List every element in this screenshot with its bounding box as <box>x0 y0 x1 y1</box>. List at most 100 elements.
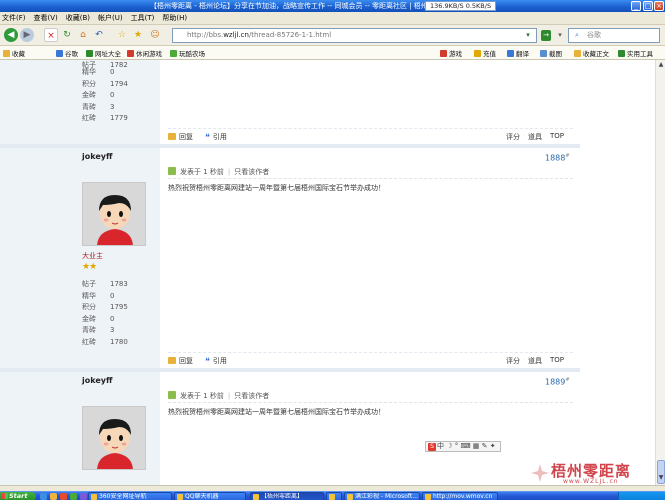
avatar[interactable] <box>82 406 146 470</box>
maximize-button[interactable]: □ <box>643 1 653 11</box>
toolbar-save-text[interactable]: 收藏正文 <box>574 48 609 58</box>
quicklaunch-media-icon[interactable] <box>60 493 67 500</box>
tools-link[interactable]: 道具 <box>528 356 542 366</box>
scroll-down-icon[interactable]: ▼ <box>657 474 665 482</box>
close-button[interactable]: × <box>654 1 664 11</box>
taskbar-item[interactable]: http://mov.wmov.cn <box>422 492 498 500</box>
rank-stars-icon: ★★ <box>82 262 97 272</box>
menu-view[interactable]: 查看(V) <box>34 13 58 23</box>
home-icon[interactable]: ⌂ <box>76 28 90 42</box>
post-status-icon <box>168 167 176 175</box>
favorite-casual-games[interactable]: 休闲游戏 <box>127 48 162 58</box>
toolbar-games[interactable]: 游戏 <box>440 48 462 58</box>
address-dropdown-icon[interactable]: ▾ <box>523 30 533 41</box>
taskbar-item[interactable]: QQ聊天机器 <box>174 492 246 500</box>
stat-red: 红砖 1780 <box>82 338 128 346</box>
favorites-folder-icon[interactable]: ★ <box>131 28 145 42</box>
post-author-name[interactable]: jokeyff <box>82 376 112 385</box>
favorites-toggle[interactable]: 收藏 <box>3 48 25 58</box>
minimize-button[interactable]: _ <box>631 1 641 11</box>
cartoon-boy-avatar <box>83 183 145 245</box>
quicklaunch-ie-icon[interactable] <box>40 493 47 500</box>
toolbar-screenshot[interactable]: 截图 <box>540 48 562 58</box>
view-author-only-link[interactable]: 只看该作者 <box>234 392 269 400</box>
stat-gold: 金砖 0 <box>82 315 115 323</box>
stat-green: 青砖 3 <box>82 326 115 334</box>
address-bar[interactable]: http://bbs.wzljl.cn/thread-85726-1-1.htm… <box>172 28 537 43</box>
farm-icon <box>170 50 177 57</box>
back-icon[interactable]: ◀ <box>4 28 18 42</box>
media-player-icon <box>347 494 353 500</box>
top-link[interactable]: TOP <box>550 356 564 364</box>
scroll-up-icon[interactable]: ▲ <box>657 61 665 69</box>
search-engine-icon[interactable]: ▾ <box>555 30 565 41</box>
quicklaunch-folder-icon[interactable] <box>50 493 57 500</box>
quote-button[interactable]: ❝ 引用 <box>205 132 227 143</box>
game-icon <box>440 50 447 57</box>
reply-button[interactable]: 回复 <box>168 356 193 366</box>
coin-icon <box>474 50 481 57</box>
reply-icon <box>168 133 176 140</box>
quicklaunch-app-icon[interactable] <box>80 493 87 500</box>
forward-icon[interactable]: ▶ <box>20 28 34 42</box>
quote-button[interactable]: ❝ 引用 <box>205 356 227 367</box>
windows-taskbar: Start 360安全网址导航 QQ聊天机器 【梧州零距离】 满江彩视 - Mi… <box>0 491 665 500</box>
taskbar-item-active[interactable]: 【梧州零距离】 <box>250 492 324 500</box>
assistant-icon[interactable]: ☺ <box>148 28 162 42</box>
web-icon <box>86 50 93 57</box>
post-floor-number[interactable]: 1889# <box>545 377 570 387</box>
system-tray[interactable] <box>618 492 665 500</box>
start-button[interactable]: Start <box>0 492 36 500</box>
taskbar-item[interactable]: 360安全网址导航 <box>88 492 172 500</box>
quote-icon: ❝ <box>205 133 210 143</box>
post-author-name[interactable]: jokeyff <box>82 152 112 161</box>
menu-account[interactable]: 帐户(U) <box>98 13 123 23</box>
google-icon <box>56 50 63 57</box>
ime-toolbar[interactable]: S中 ☽ ° ⌨ ▦ ✎ ✦ <box>425 441 501 452</box>
post-meta: 发表于 1 秒前 | 只看该作者 <box>168 391 269 401</box>
undo-icon[interactable]: ↶ <box>92 28 106 42</box>
favorite-google[interactable]: 谷歌 <box>56 48 78 58</box>
stat-essence: 精华 0 <box>82 68 115 76</box>
stat-green: 青砖 3 <box>82 103 115 111</box>
network-speed: 136.9KB/S 0.5KB/S <box>425 1 497 11</box>
tools-link[interactable]: 道具 <box>528 132 542 142</box>
game-icon <box>127 50 134 57</box>
stat-essence: 精华 0 <box>82 292 115 300</box>
refresh-icon[interactable]: ↻ <box>60 28 74 42</box>
taskbar-item[interactable]: 满江彩视 - Microsoft... <box>344 492 420 500</box>
rate-link[interactable]: 评分 <box>506 356 520 366</box>
toolbar-utilities[interactable]: 实用工具 <box>618 48 653 58</box>
top-link[interactable]: TOP <box>550 132 564 140</box>
favorite-url-directory[interactable]: 网址大全 <box>86 48 121 58</box>
quote-icon: ❝ <box>205 357 210 367</box>
rate-link[interactable]: 评分 <box>506 132 520 142</box>
vertical-scrollbar[interactable]: ▲ ▼ <box>655 60 665 485</box>
menu-favorites[interactable]: 收藏(B) <box>66 13 90 23</box>
post-floor-number[interactable]: 1888# <box>545 153 570 163</box>
folder-icon <box>3 50 10 57</box>
windows-logo-icon <box>2 493 8 499</box>
post-column <box>160 60 655 485</box>
cartoon-boy-avatar <box>83 407 145 469</box>
toolbar-translate[interactable]: 翻译 <box>507 48 529 58</box>
menu-file[interactable]: 文件(F) <box>2 13 26 23</box>
post-actions: 回复 ❝ 引用 评分 道具 TOP <box>168 352 573 367</box>
toolbar-recharge[interactable]: 充值 <box>474 48 496 58</box>
stat-points: 积分 1794 <box>82 80 128 88</box>
view-author-only-link[interactable]: 只看该作者 <box>234 168 269 176</box>
quicklaunch-app-icon[interactable] <box>70 493 77 500</box>
browser-icon <box>91 494 97 500</box>
translate-icon <box>507 50 514 57</box>
go-arrow-icon[interactable]: → <box>541 30 551 41</box>
window-title-bar: 【梧州零距离 - 梧州论坛】分享在节加油，战略宣传工作 -- 同城会员 -- 零… <box>0 0 665 12</box>
stop-icon[interactable]: × <box>44 28 58 42</box>
avatar[interactable] <box>82 182 146 246</box>
favorite-farm[interactable]: 玩酷农场 <box>170 48 205 58</box>
favorite-star-icon[interactable]: ☆ <box>115 28 129 42</box>
menu-tools[interactable]: 工具(T) <box>131 13 155 23</box>
reply-icon <box>168 357 176 364</box>
reply-button[interactable]: 回复 <box>168 132 193 142</box>
taskbar-item[interactable] <box>326 492 342 500</box>
menu-help[interactable]: 帮助(H) <box>162 13 187 23</box>
